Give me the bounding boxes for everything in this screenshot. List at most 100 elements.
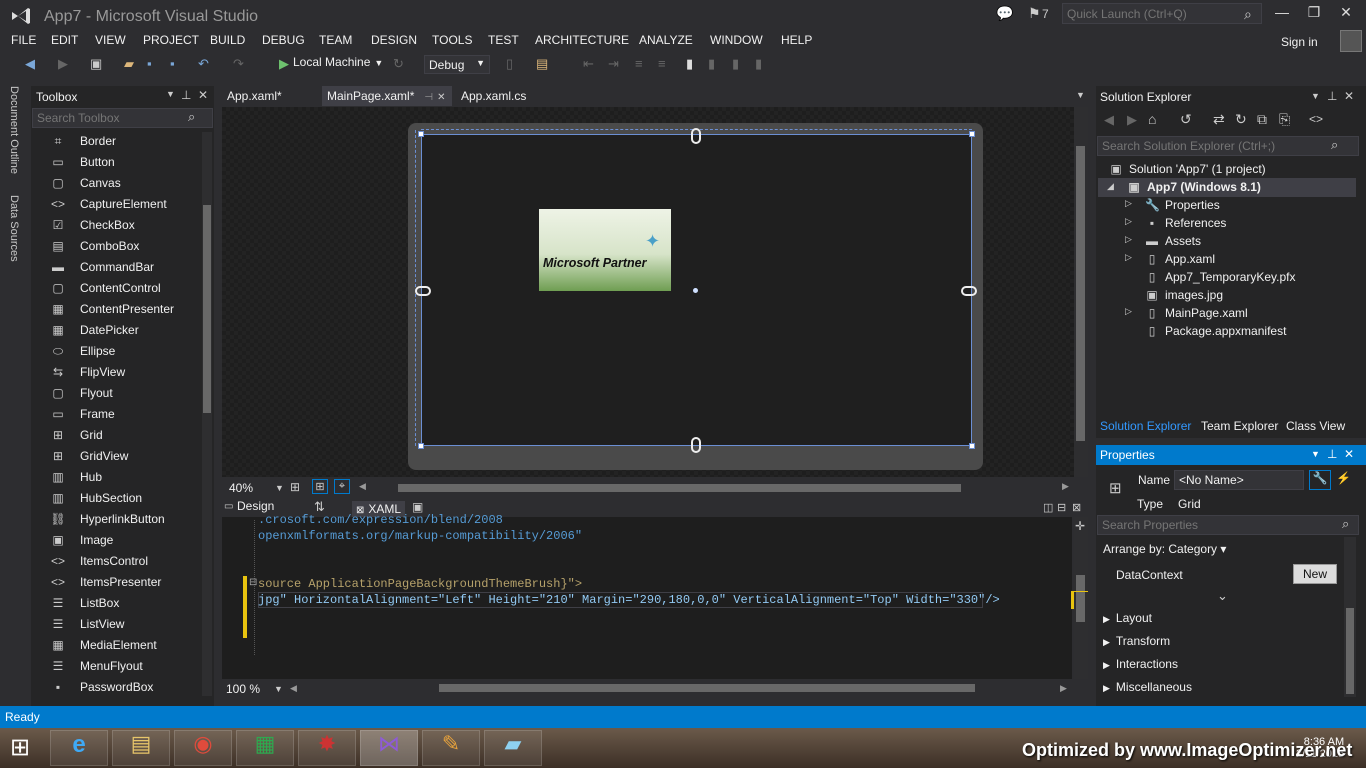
expand-arrow-icon[interactable]: ▷ [1125,198,1132,209]
menu-test[interactable]: TEST [488,33,519,47]
tab-team-explorer[interactable]: Team Explorer [1201,419,1278,433]
designer-scroll-thumb[interactable] [1076,146,1085,441]
toolbox-dropdown-icon[interactable]: ▼ [166,89,175,99]
collapse-icon[interactable]: ⊠ [1072,501,1081,514]
maximize-button[interactable]: ❐ [1302,4,1326,24]
pin-icon[interactable]: ⊣ [424,92,433,103]
vertical-split-icon[interactable]: ◫ [1043,501,1053,514]
resize-handle-top[interactable] [691,128,701,144]
collapse-region-icon[interactable]: ⊟ [249,577,257,588]
toolbox-item-hyperlinkbutton[interactable]: ⛓ HyperlinkButton [50,512,200,533]
data-sources-tab[interactable]: Data Sources [8,195,20,262]
tab-app-xaml[interactable]: App.xaml* [222,86,287,106]
menu-team[interactable]: TEAM [319,33,352,47]
toolbox-item-combobox[interactable]: ▤ ComboBox [50,239,200,260]
close-icon[interactable]: ✕ [198,88,208,102]
pin-icon[interactable]: ⊥ [1327,89,1337,103]
tree-item[interactable]: ▯ MainPage.xaml [1145,306,1248,324]
horizontal-split-icon[interactable]: ⊟ [1057,501,1066,514]
menu-design[interactable]: DESIGN [371,33,417,47]
expand-arrow-icon[interactable]: ▷ [1125,306,1132,317]
save-icon[interactable]: ▪ [147,56,152,71]
tree-item[interactable]: ▯ App.xaml [1145,252,1215,270]
show-grid-icon[interactable]: ⊞ [290,480,300,494]
toolbox-item-frame[interactable]: ▭ Frame [50,407,200,428]
toolbox-item-gridview[interactable]: ⊞ GridView [50,449,200,470]
menu-architecture[interactable]: ARCHITECTURE [535,33,629,47]
category-interactions[interactable]: ▶ Interactions [1103,657,1178,671]
tree-item[interactable]: ▣ Solution 'App7' (1 project) [1109,162,1265,180]
tree-item[interactable]: ▬ Assets [1145,234,1201,252]
home-icon[interactable]: ⌂ [1148,111,1156,127]
wrench-icon[interactable]: 🔧 [1309,470,1331,490]
taskbar-chrome[interactable]: ◉ [174,730,232,766]
pin-icon[interactable]: ⊥ [181,88,191,102]
toolbox-item-commandbar[interactable]: ▬ CommandBar [50,260,200,281]
quick-launch-input[interactable] [1062,3,1262,24]
scroll-right-icon[interactable]: ▶ [1060,683,1067,694]
toolbox-item-border[interactable]: ⌗ Border [50,134,200,155]
save-all-icon[interactable]: ▪ [170,56,175,71]
toolbox-item-itemscontrol[interactable]: <> ItemsControl [50,554,200,575]
code-horizontal-scroll-thumb[interactable] [439,684,975,692]
resize-handle-left[interactable] [415,286,431,296]
arrange-by-dropdown[interactable]: Arrange by: Category ▾ [1103,542,1226,556]
indent-icon[interactable]: ⇥ [608,56,619,72]
toolbox-item-listview[interactable]: ☰ ListView [50,617,200,638]
toolbox-item-checkbox[interactable]: ☑ CheckBox [50,218,200,239]
properties-scroll-thumb[interactable] [1346,608,1354,694]
resize-handle-top-right[interactable] [969,131,975,137]
scroll-right-icon[interactable]: ▶ [1062,481,1069,492]
next-bookmark-icon[interactable]: ▮ [732,56,739,72]
toolbox-item-flipview[interactable]: ⇆ FlipView [50,365,200,386]
properties-search-input[interactable] [1097,515,1359,535]
user-avatar[interactable] [1340,30,1362,52]
tab-overflow-icon[interactable]: ▼ [1076,90,1085,100]
toolbox-item-datepicker[interactable]: ▦ DatePicker [50,323,200,344]
toolbox-item-listbox[interactable]: ☰ ListBox [50,596,200,617]
name-input[interactable]: <No Name> [1174,470,1304,490]
taskbar-app[interactable]: ✸ [298,730,356,766]
menu-edit[interactable]: EDIT [51,33,78,47]
uncomment-icon[interactable]: ≡ [658,56,666,71]
toolbox-item-passwordbox[interactable]: ▪ PasswordBox [50,680,200,701]
resize-handle-bottom-right[interactable] [969,443,975,449]
bookmark-icon[interactable]: ▮ [686,56,693,72]
toolbox-item-canvas[interactable]: ▢ Canvas [50,176,200,197]
expand-arrow-icon[interactable]: ▷ [1125,234,1132,245]
undo-icon[interactable]: ↶ [198,56,209,72]
tree-item[interactable]: ▪ References [1145,216,1227,234]
tree-item[interactable]: ▣ App7 (Windows 8.1) [1127,180,1261,198]
code-zoom-select[interactable]: 100 % [226,682,260,696]
new-project-icon[interactable]: ▣ [90,56,102,72]
pin-icon[interactable]: ⊥ [1327,447,1337,461]
redo-icon[interactable]: ↷ [233,56,244,72]
collapse-arrow-icon[interactable]: ◢ [1107,181,1114,192]
document-outline-tab[interactable]: Document Outline [8,86,20,174]
toolbox-item-button[interactable]: ▭ Button [50,155,200,176]
toolbox-item-contentcontrol[interactable]: ▢ ContentControl [50,281,200,302]
close-button[interactable]: ✕ [1334,4,1358,24]
taskbar-notepad[interactable]: ▰ [484,730,542,766]
chevron-down-icon[interactable]: ▼ [1311,449,1320,459]
outdent-icon[interactable]: ⇤ [583,56,594,72]
menu-debug[interactable]: DEBUG [262,33,305,47]
resize-handle-top-left[interactable] [418,131,424,137]
scroll-left-icon[interactable]: ◀ [290,683,297,694]
toolbox-item-itemspresenter[interactable]: <> ItemsPresenter [50,575,200,596]
chevron-down-icon[interactable]: ▼ [274,684,283,694]
view-code-icon[interactable]: <> [1309,112,1323,126]
back-icon[interactable]: ◀ [25,56,35,72]
comment-icon[interactable]: ≡ [635,56,643,71]
design-tab[interactable]: Design [237,499,274,513]
sync-icon[interactable]: ⇄ [1213,111,1225,128]
tab-app-xaml-cs[interactable]: App.xaml.cs [456,86,531,106]
minimize-button[interactable]: — [1270,4,1294,24]
collapse-all-icon[interactable]: ⧉ [1257,111,1267,128]
menu-analyze[interactable]: ANALYZE [639,33,693,47]
find-in-files-icon[interactable]: ▤ [536,56,548,72]
back-icon[interactable]: ◀ [1104,112,1114,128]
toolbox-item-menuflyout[interactable]: ☰ MenuFlyout [50,659,200,680]
toolbox-scroll-thumb[interactable] [203,205,211,413]
copy-icon[interactable]: ⎘ [1279,111,1290,128]
